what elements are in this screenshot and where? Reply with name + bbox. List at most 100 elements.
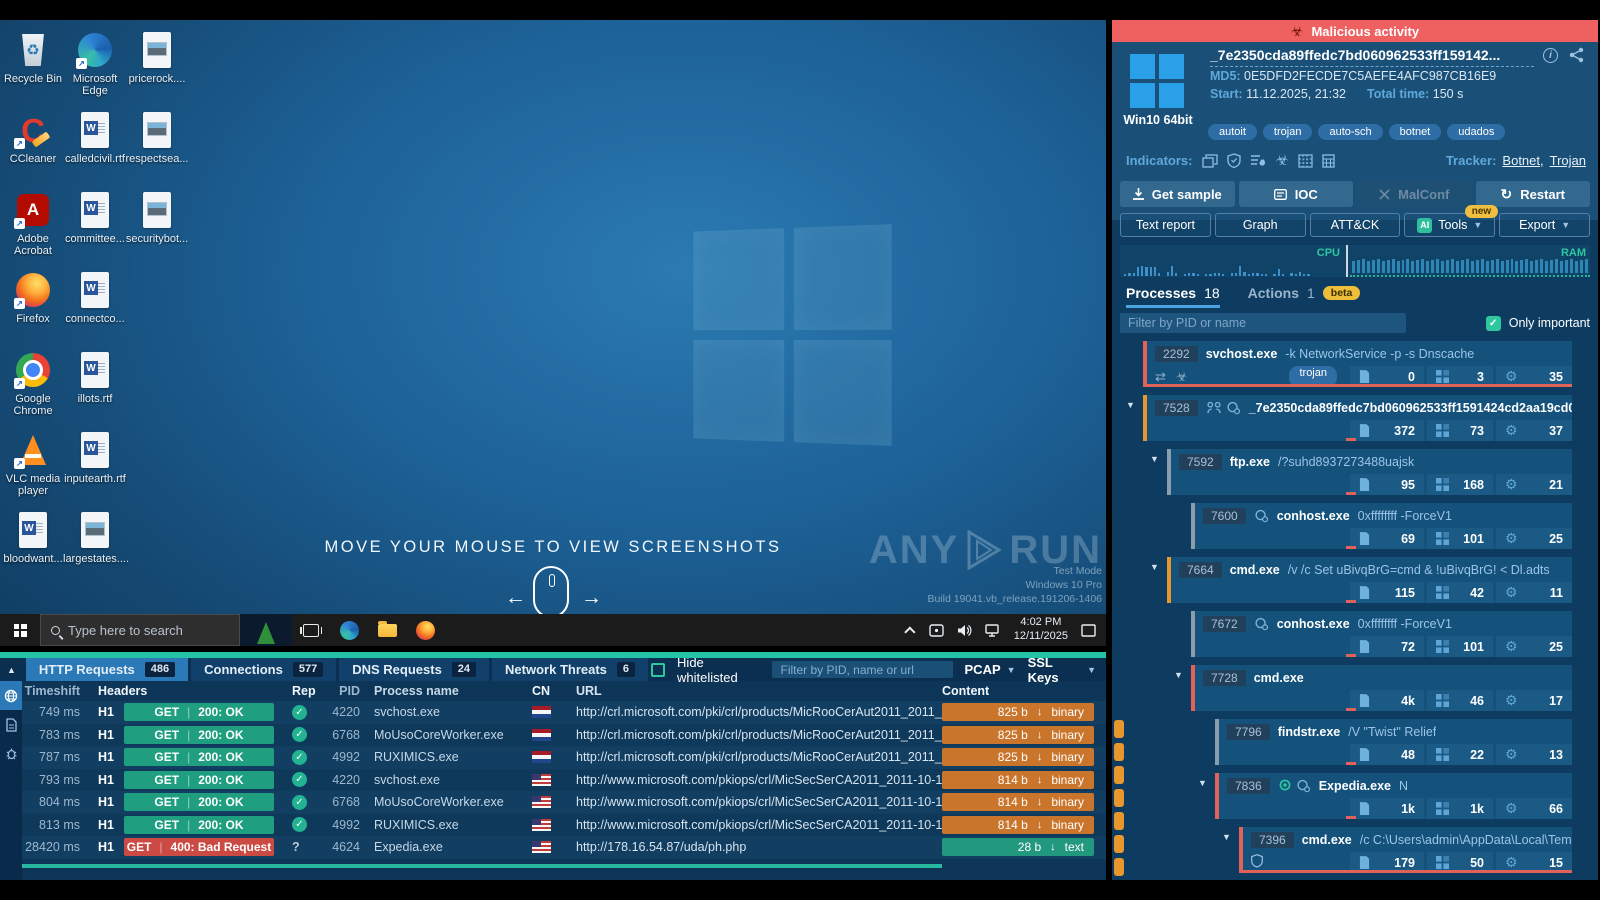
content-badge[interactable]: 814 b↓binary <box>942 816 1094 834</box>
http-request-row[interactable]: 783 msH1GET|200: OK✓6768MoUsoCoreWorker.… <box>22 724 1106 747</box>
modules-counter[interactable]: 3 <box>1427 366 1493 387</box>
network-icon[interactable] <box>985 624 1001 637</box>
start-button[interactable] <box>0 614 40 646</box>
ime-icon[interactable] <box>929 624 944 637</box>
expand-arrow-icon[interactable]: ▼ <box>1150 454 1159 464</box>
details-counter[interactable]: ⚙17 <box>1496 690 1572 711</box>
attack-button[interactable]: ATT&CK <box>1310 213 1401 237</box>
tray-expand-icon[interactable] <box>904 626 915 637</box>
desktop-icon-committee-[interactable]: Wcommittee... <box>64 186 126 266</box>
process-row-7592[interactable]: ▼7592ftp.exe/?suhd8937273488uajsk95168⚙2… <box>1167 449 1572 495</box>
tools-dropdown[interactable]: AI Tools ▼ new <box>1404 213 1495 237</box>
desktop-icon-adobe-acrobat[interactable]: A↗Adobe Acrobat <box>2 186 64 266</box>
restart-button[interactable]: ↻ Restart <box>1476 181 1591 207</box>
table-icon[interactable] <box>1322 154 1335 168</box>
taskbar-explorer[interactable] <box>368 614 406 646</box>
share-icon[interactable] <box>1569 47 1584 63</box>
horizontal-scrollbar[interactable] <box>22 864 942 868</box>
tag-autoit[interactable]: autoit <box>1208 124 1257 140</box>
desktop-icon-microsoft-edge[interactable]: ↗Microsoft Edge <box>64 26 126 106</box>
vm-desktop-view[interactable]: ♻Recycle BinC↗CCleanerA↗Adobe Acrobat↗Fi… <box>0 20 1106 614</box>
taskbar-edge[interactable] <box>330 614 368 646</box>
http-request-row[interactable]: 813 msH1GET|200: OK✓4992RUXIMICS.exehttp… <box>22 814 1106 837</box>
desktop-icon-illots-rtf[interactable]: Willots.rtf <box>64 346 126 426</box>
task-view-button[interactable] <box>292 614 330 646</box>
files-counter[interactable]: 72 <box>1350 636 1424 657</box>
seasonal-widget[interactable] <box>240 614 292 646</box>
files-counter[interactable]: 0 <box>1350 366 1424 387</box>
tag-auto-sch[interactable]: auto-sch <box>1318 124 1382 140</box>
modules-counter[interactable]: 50 <box>1427 852 1493 873</box>
tab-network-threats[interactable]: Network Threats6 <box>492 658 648 681</box>
get-sample-button[interactable]: Get sample <box>1120 181 1235 207</box>
process-row-7728[interactable]: ▼7728cmd.exe4k46⚙17 <box>1191 665 1572 711</box>
files-counter[interactable]: 95 <box>1350 474 1424 495</box>
tab-connections[interactable]: Connections577 <box>191 658 336 681</box>
content-badge[interactable]: 825 b↓binary <box>942 726 1094 744</box>
expand-arrow-icon[interactable]: ▼ <box>1126 400 1135 410</box>
http-request-row[interactable]: 749 msH1GET|200: OK✓4220svchost.exehttp:… <box>22 701 1106 724</box>
sample-name[interactable]: _7e2350cda89ffedc7bd060962533ff159142... <box>1210 47 1534 67</box>
tracker-link-trojan[interactable]: Trojan <box>1550 153 1586 168</box>
tab-http-requests[interactable]: HTTP Requests486 <box>26 658 188 681</box>
http-request-row[interactable]: 804 msH1GET|200: OK✓6768MoUsoCoreWorker.… <box>22 791 1106 814</box>
process-row-7396[interactable]: ▼7396cmd.exe/c C:\Users\admin\AppData\Lo… <box>1239 827 1572 873</box>
process-row-2292[interactable]: 2292svchost.exe-k NetworkService -p -s D… <box>1143 341 1572 387</box>
desktop-icon-respectsea-[interactable]: respectsea... <box>126 106 188 186</box>
copy-icon[interactable] <box>1202 154 1218 168</box>
details-counter[interactable]: ⚙15 <box>1496 852 1572 873</box>
rail-threats-tab[interactable] <box>0 739 22 768</box>
desktop-icon-pricerock-[interactable]: pricerock.... <box>126 26 188 106</box>
files-counter[interactable]: 115 <box>1350 582 1424 603</box>
desktop-icon-securitybot-[interactable]: securitybot... <box>126 186 188 266</box>
process-row-7796[interactable]: 7796findstr.exe/V "Twist" Relief4822⚙13 <box>1215 719 1572 765</box>
details-counter[interactable]: ⚙11 <box>1496 582 1572 603</box>
tab-actions[interactable]: Actions 1 beta <box>1248 285 1361 308</box>
tag-trojan[interactable]: trojan <box>1263 124 1313 140</box>
modules-counter[interactable]: 73 <box>1427 420 1493 441</box>
content-badge[interactable]: 814 b↓binary <box>942 793 1094 811</box>
export-dropdown[interactable]: Export ▼ <box>1499 213 1590 237</box>
taskbar-firefox[interactable] <box>406 614 444 646</box>
files-counter[interactable]: 4k <box>1350 690 1424 711</box>
network-filter-input[interactable] <box>772 661 952 678</box>
expand-arrow-icon[interactable]: ▼ <box>1174 670 1183 680</box>
process-row-7836[interactable]: ▼7836Expedia.exeN1k1k⚙66 <box>1215 773 1572 819</box>
content-badge[interactable]: 28 b↓text <box>942 838 1094 856</box>
expand-arrow-icon[interactable]: ▼ <box>1198 778 1207 788</box>
process-row-7672[interactable]: 7672conhost.exe0xffffffff -ForceV172101⚙… <box>1191 611 1572 657</box>
collapse-panel-icon[interactable]: ▲ <box>0 665 23 675</box>
list-fire-icon[interactable] <box>1250 154 1266 168</box>
modules-counter[interactable]: 1k <box>1427 798 1493 819</box>
details-counter[interactable]: ⚙25 <box>1496 528 1572 549</box>
details-counter[interactable]: ⚙37 <box>1496 420 1572 441</box>
modules-counter[interactable]: 168 <box>1427 474 1493 495</box>
process-row-7528[interactable]: ▼7528_7e2350cda89ffedc7bd060962533ff1591… <box>1143 395 1572 441</box>
taskbar-search[interactable] <box>40 614 240 646</box>
desktop-icon-vlc-media-player[interactable]: ↗VLC media player <box>2 426 64 506</box>
http-request-row[interactable]: 28420 msH1GET|400: Bad Request?4624Exped… <box>22 836 1106 859</box>
tab-processes[interactable]: Processes 18 <box>1126 285 1220 308</box>
desktop-icon-google-chrome[interactable]: ↗Google Chrome <box>2 346 64 426</box>
desktop-icon-ccleaner[interactable]: C↗CCleaner <box>2 106 64 186</box>
search-input[interactable] <box>68 623 208 638</box>
ioc-button[interactable]: IOC <box>1239 181 1354 207</box>
files-counter[interactable]: 48 <box>1350 744 1424 765</box>
content-badge[interactable]: 825 b↓binary <box>942 703 1094 721</box>
modules-counter[interactable]: 22 <box>1427 744 1493 765</box>
tab-dns-requests[interactable]: DNS Requests24 <box>339 658 489 681</box>
details-counter[interactable]: ⚙25 <box>1496 636 1572 657</box>
notification-icon[interactable] <box>1081 624 1096 637</box>
modules-counter[interactable]: 46 <box>1427 690 1493 711</box>
tracker-link-botnet[interactable]: Botnet, <box>1502 153 1543 168</box>
volume-icon[interactable] <box>957 624 972 637</box>
files-counter[interactable]: 179 <box>1350 852 1424 873</box>
taskbar-clock[interactable]: 4:02 PM 12/11/2025 <box>1014 616 1068 644</box>
process-filter-input[interactable] <box>1120 313 1406 333</box>
shield-check-icon[interactable] <box>1227 153 1241 168</box>
modules-counter[interactable]: 101 <box>1427 636 1493 657</box>
files-counter[interactable]: 69 <box>1350 528 1424 549</box>
process-row-7664[interactable]: ▼7664cmd.exe/v /c Set uBivqBrG=cmd & !uB… <box>1167 557 1572 603</box>
desktop-icon-recycle-bin[interactable]: ♻Recycle Bin <box>2 26 64 106</box>
hide-whitelisted-checkbox[interactable] <box>651 663 665 677</box>
